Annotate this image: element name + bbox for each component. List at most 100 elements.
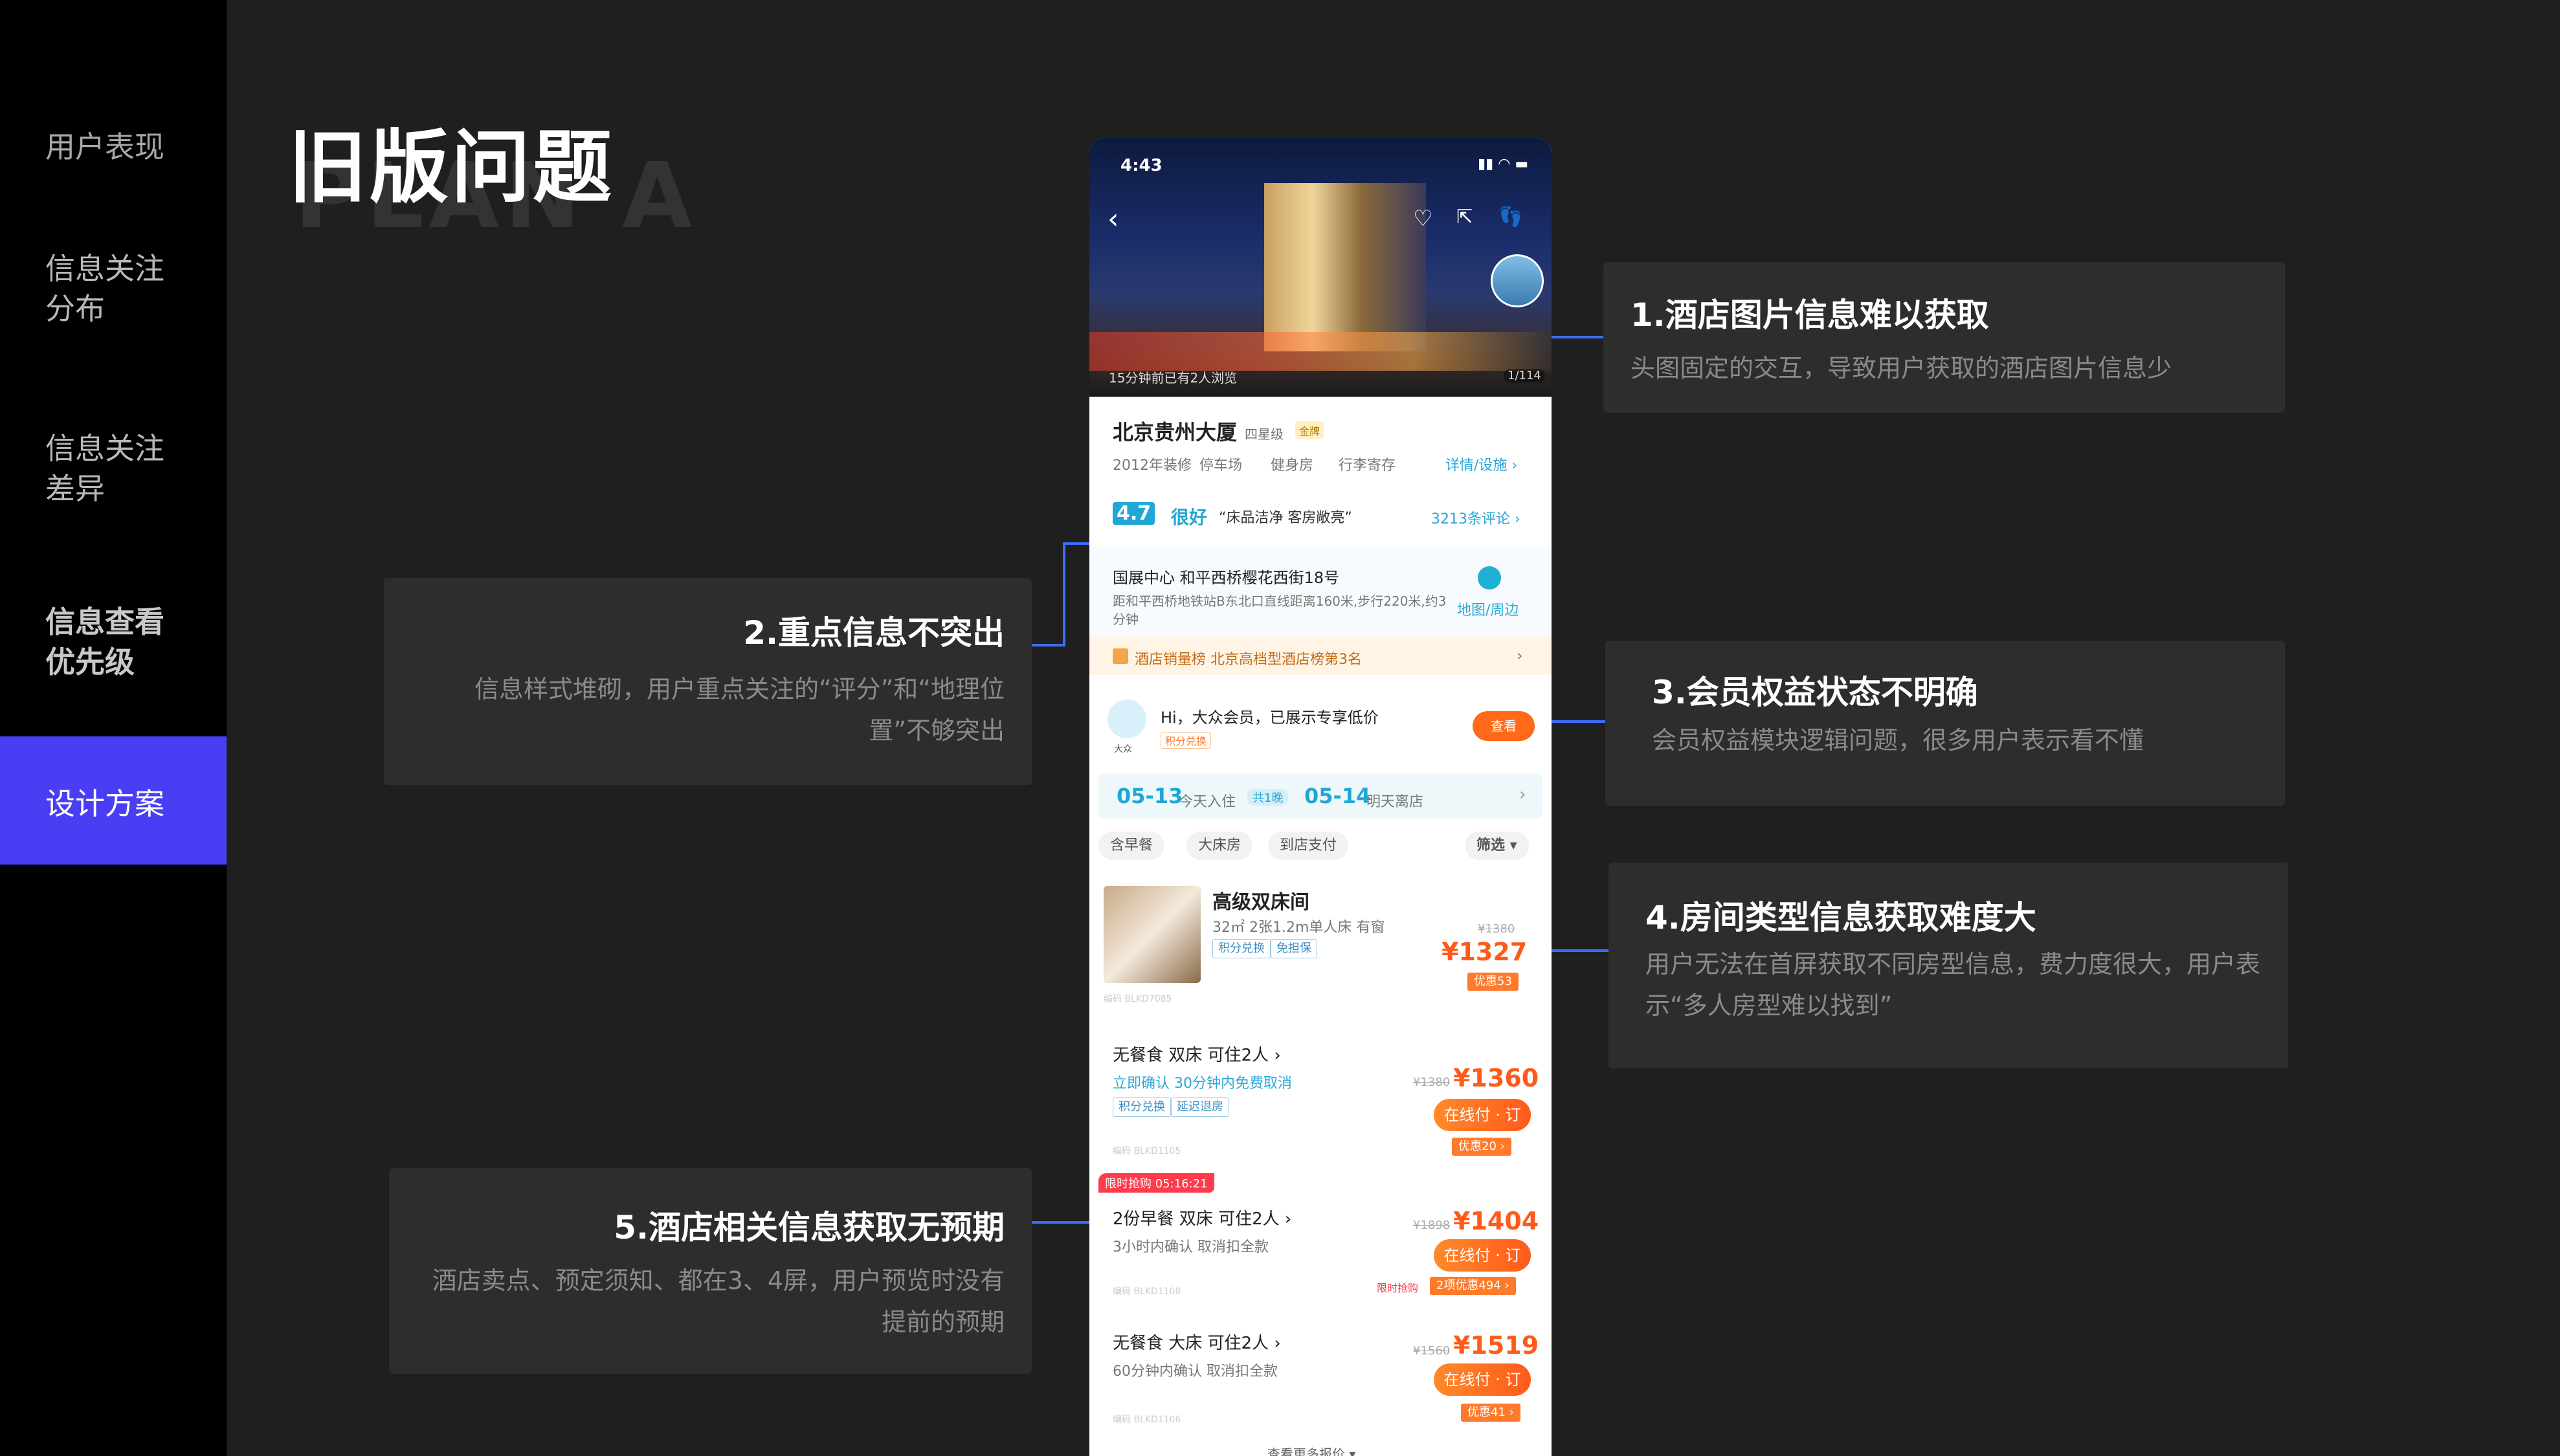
date-picker[interactable]: 05-13 今天入住 共1晚 05-14 明天离店 › (1098, 773, 1542, 819)
offer-original-price: ¥1898 (1413, 1219, 1451, 1232)
member-view-button[interactable]: 查看 (1473, 711, 1535, 741)
annotation-title: 5.酒店相关信息获取无预期 (614, 1209, 1005, 1246)
sidebar-item-design-plan[interactable]: 设计方案 (0, 736, 227, 865)
room-offer-1[interactable]: 无餐食 双床 可住2人 › 立即确认 30分钟内免费取消 积分兑换 延迟退房 ¥… (1098, 1028, 1542, 1167)
offer-original-price: ¥1560 (1413, 1344, 1451, 1358)
offer-tag: 积分兑换 (1113, 1098, 1171, 1117)
more-prices-link[interactable]: 查看更多报价 ▾ (1267, 1444, 1355, 1456)
offer-discount-badge: 2项优惠494 › (1430, 1277, 1516, 1295)
annotation-desc: 信息样式堆砌，用户重点关注的“评分”和“地理位置”不够突出 (474, 675, 1005, 745)
order-button[interactable]: 在线付 · 订 (1434, 1099, 1531, 1131)
flash-sale-small: 限时抢购 (1377, 1282, 1419, 1294)
heart-icon[interactable]: ♡ (1413, 206, 1432, 232)
map-link[interactable]: 地图/周边 (1457, 599, 1519, 619)
light-trail (1089, 332, 1552, 371)
map-pin-icon[interactable] (1478, 566, 1501, 590)
flash-sale-tag: 限时抢购 05:16:21 (1098, 1173, 1214, 1193)
offer-subtitle: 立即确认 30分钟内免费取消 (1113, 1075, 1292, 1092)
share-icon[interactable]: ⇱ (1456, 206, 1473, 228)
offer-code: 编码 BLKD1105 (1113, 1146, 1181, 1156)
member-section[interactable]: 大众 Hi，大众会员，已展示专享低价 积分兑换 查看 (1089, 687, 1552, 764)
annotation-desc: 头图固定的交互，导致用户获取的酒店图片信息少 (1631, 354, 2172, 382)
page-title: 旧版问题 (288, 122, 614, 214)
order-button[interactable]: 在线付 · 订 (1434, 1239, 1531, 1272)
member-tag: 积分兑换 (1161, 732, 1212, 749)
sidebar-item-label: 信息关注 差异 (45, 431, 164, 506)
score-word: 很好 (1171, 507, 1208, 528)
trophy-icon (1113, 648, 1128, 664)
room-type-card[interactable]: 高级双床间 32㎡ 2张1.2m单人床 有窗 积分兑换 免担保 ¥1380 ¥1… (1089, 876, 1552, 1011)
room-thumbnail (1104, 886, 1201, 983)
offer-price: ¥1360 (1453, 1064, 1539, 1092)
review-count-link[interactable]: 3213条评论 › (1431, 507, 1520, 528)
annotation-title: 4.房间类型信息获取难度大 (1645, 899, 2036, 936)
filter-button[interactable]: 筛选 ▾ (1465, 832, 1529, 860)
offer-discount-badge: 优惠41 › (1461, 1404, 1520, 1422)
annotation-card-2: 2.重点信息不突出 信息样式堆砌，用户重点关注的“评分”和“地理位置”不够突出 (384, 578, 1032, 785)
photo-count: 1/114 (1504, 369, 1545, 382)
checkin-label: 今天入住 (1179, 794, 1236, 810)
score-section[interactable]: 4.7 很好 “床品洁净 客房敞亮” 3213条评论 › (1089, 497, 1552, 536)
room-tag: 免担保 (1271, 939, 1317, 958)
member-avatar (1107, 700, 1146, 738)
offer-subtitle: 3小时内确认 取消扣全款 (1113, 1239, 1269, 1255)
score-value: 4.7 (1113, 502, 1155, 525)
room-discount-badge: 优惠53 (1467, 973, 1519, 991)
annotation-title: 2.重点信息不突出 (743, 614, 1005, 652)
annotation-desc: 用户无法在首屏获取不同房型信息，费力度很大，用户表示“多人房型难以找到” (1645, 950, 2261, 1020)
feature-renovation: 2012年装修 (1113, 458, 1192, 474)
nights-badge: 共1晚 (1247, 789, 1289, 806)
filter-breakfast[interactable]: 含早餐 (1098, 832, 1165, 860)
filter-king-bed[interactable]: 大床房 (1186, 832, 1253, 860)
address-section[interactable]: 国展中心 和平西桥樱花西街18号 距和平西桥地铁站B东北口直线距离160米,步行… (1089, 547, 1552, 637)
filter-pay-at-hotel[interactable]: 到店支付 (1268, 832, 1349, 860)
room-offer-2[interactable]: 限时抢购 05:16:21 2份早餐 双床 可住2人 › 3小时内确认 取消扣全… (1098, 1173, 1542, 1306)
viewed-text: 15分钟前已有2人浏览 (1109, 370, 1238, 386)
offer-title: 无餐食 大床 可住2人 › (1113, 1334, 1281, 1353)
annotation-card-5: 5.酒店相关信息获取无预期 酒店卖点、预定须知、都在3、4屏，用户预览时没有提前… (389, 1168, 1032, 1374)
room-name: 高级双床间 (1212, 891, 1309, 914)
sidebar-item-user-performance[interactable]: 用户表现 (45, 127, 214, 167)
rank-banner[interactable]: 酒店销量榜 北京高档型酒店榜第3名 › (1089, 637, 1552, 675)
address-detail: 距和平西桥地铁站B东北口直线距离160米,步行220米,约3分钟 (1113, 593, 1447, 627)
phone-mockup: 4:43 ▮▮ ◠ ▬ ‹ ♡ ⇱ 👣 15分钟前已有2人浏览 1/114 北京… (1089, 138, 1552, 1456)
offer-discount-badge: 优惠20 › (1452, 1138, 1511, 1156)
member-avatar-label: 大众 (1114, 744, 1132, 755)
review-quote: “床品洁净 客房敞亮” (1219, 510, 1352, 526)
checkin-date: 05-13 (1117, 784, 1183, 808)
hotel-hero-image[interactable]: 4:43 ▮▮ ◠ ▬ ‹ ♡ ⇱ 👣 15分钟前已有2人浏览 1/114 (1089, 138, 1552, 397)
offer-subtitle: 60分钟内确认 取消扣全款 (1113, 1363, 1278, 1380)
sidebar-item-label: 用户表现 (45, 129, 164, 164)
details-link[interactable]: 详情/设施 › (1445, 454, 1517, 474)
room-offer-3[interactable]: 无餐食 大床 可住2人 › 60分钟内确认 取消扣全款 ¥1560 ¥1519 … (1098, 1316, 1542, 1445)
footprint-icon[interactable]: 👣 (1498, 206, 1522, 228)
sidebar-item-label: 设计方案 (45, 786, 164, 821)
status-icons: ▮▮ ◠ ▬ (1478, 156, 1529, 172)
annotation-desc: 会员权益模块逻辑问题，很多用户表示看不懂 (1652, 726, 2144, 755)
room-price: ¥1327 (1441, 938, 1528, 966)
checkout-label: 明天离店 (1366, 794, 1424, 810)
order-button[interactable]: 在线付 · 订 (1434, 1363, 1531, 1396)
sidebar-item-view-priority[interactable]: 信息查看 优先级 (45, 602, 214, 682)
feature-parking: 停车场 (1199, 458, 1243, 474)
address-title: 国展中心 和平西桥樱花西街18号 (1113, 569, 1340, 587)
gold-badge: 金牌 (1295, 421, 1324, 439)
connector-line (1032, 644, 1065, 646)
building-image (1264, 183, 1426, 351)
annotation-card-1: 1.酒店图片信息难以获取 头图固定的交互，导致用户获取的酒店图片信息少 (1603, 262, 2285, 413)
sidebar: 用户表现 信息关注 分布 信息关注 差异 信息查看 优先级 设计方案 (0, 0, 227, 1456)
sidebar-item-label: 信息查看 优先级 (45, 604, 164, 679)
annotation-desc: 酒店卖点、预定须知、都在3、4屏，用户预览时没有提前的预期 (432, 1266, 1005, 1336)
chevron-right-icon: › (1519, 785, 1526, 804)
sidebar-item-attention-difference[interactable]: 信息关注 差异 (45, 428, 214, 509)
status-time: 4:43 (1120, 156, 1163, 175)
hotel-name-section: 北京贵州大厦 四星级 金牌 2012年装修 停车场 健身房 行李寄存 详情/设施… (1089, 397, 1552, 478)
room-spec: 32㎡ 2张1.2m单人床 有窗 (1212, 920, 1385, 936)
video-thumbnail[interactable] (1491, 254, 1544, 307)
offer-price: ¥1404 (1453, 1207, 1539, 1235)
sidebar-item-attention-distribution[interactable]: 信息关注 分布 (45, 248, 214, 329)
checkout-date: 05-14 (1304, 784, 1371, 808)
back-icon[interactable]: ‹ (1107, 203, 1119, 236)
rank-text: 酒店销量榜 北京高档型酒店榜第3名 (1135, 652, 1362, 668)
feature-gym: 健身房 (1271, 458, 1314, 474)
